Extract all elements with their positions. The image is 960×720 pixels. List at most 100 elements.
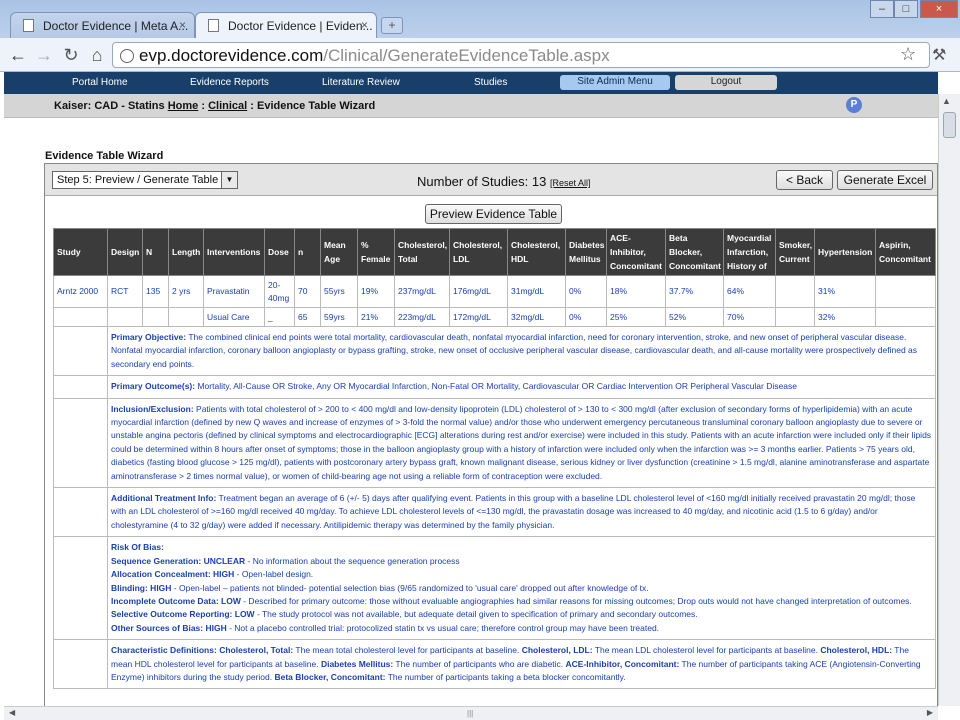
column-header: Cholesterol, Total [394, 228, 450, 276]
risk-item-label: Incomplete Outcome Data: LOW [111, 595, 241, 606]
column-header: Study [53, 228, 108, 276]
vertical-scrollbar[interactable]: ▲ [938, 94, 960, 706]
table-cell: 176mg/dL [449, 275, 508, 308]
globe-icon [120, 49, 134, 63]
primary-objective: Primary Objective: The combined clinical… [107, 325, 936, 377]
char-def-item-label: Beta Blocker, Concomitant: [274, 671, 386, 682]
table-cell [53, 325, 108, 377]
tab-strip: Doctor Evidence | Meta A... × Doctor Evi… [0, 0, 960, 38]
column-header: Smoker, Current [775, 228, 815, 276]
wizard-header: Step 5: Preview / Generate Table ▼ Numbe… [45, 164, 937, 196]
table-cell: 223mg/dL [394, 307, 450, 327]
table-cell: 64% [723, 275, 776, 308]
risk-of-bias: Risk Of Bias: Sequence Generation: UNCLE… [107, 536, 936, 641]
browser-tab-meta-analysis[interactable]: Doctor Evidence | Meta A... × [10, 12, 195, 38]
primary-outcomes-text: Mortality, All-Cause OR Stroke, Any OR M… [197, 381, 797, 392]
back-arrow-icon[interactable]: ← [8, 45, 28, 66]
preview-evidence-table-button[interactable]: Preview Evidence Table [425, 204, 562, 224]
chevron-down-icon: ▼ [221, 172, 237, 188]
char-def-item-label: ACE-Inhibitor, Concomitant: [565, 658, 680, 669]
scroll-left-icon[interactable]: ◀ [9, 708, 15, 717]
browser-toolbar: ← → ↻ ⌂ evp.doctorevidence.com/Clinical/… [0, 38, 960, 72]
risk-item-label: Selective Outcome Reporting: LOW [111, 609, 255, 620]
logout-button[interactable]: Logout [675, 75, 777, 90]
char-def-item-text: The mean LDL cholesterol level for parti… [592, 645, 821, 656]
risk-item-text: - Open-label design. [234, 569, 314, 580]
risk-item-text: - Described for primary outcome: those w… [240, 595, 912, 606]
table-cell [142, 307, 169, 327]
generate-excel-button[interactable]: Generate Excel [837, 170, 933, 190]
url-host: evp.doctorevidence.com [139, 46, 324, 65]
page-title: Evidence Table Wizard [45, 150, 164, 162]
column-header: Length [168, 228, 204, 276]
breadcrumb-home-link[interactable]: Home [168, 100, 199, 112]
nav-portal-home[interactable]: Portal Home [72, 77, 128, 88]
back-button[interactable]: < Back [776, 170, 833, 190]
table-cell [53, 307, 108, 327]
table-cell [168, 307, 204, 327]
scrollbar-thumb[interactable] [943, 112, 956, 138]
risk-item-text: - The study protocol was not available, … [254, 609, 698, 620]
evidence-table: Study Design N Length Interventions Dose… [53, 228, 936, 690]
tab-close-icon[interactable]: × [361, 18, 368, 32]
step-select[interactable]: Step 5: Preview / Generate Table ▼ [52, 171, 238, 189]
table-cell: 172mg/dL [449, 307, 508, 327]
risk-item-label: Allocation Concealment: HIGH [111, 569, 235, 580]
table-cell: _ [264, 307, 295, 327]
char-def-item-label: Cholesterol, LDL: [521, 645, 593, 656]
table-cell: Pravastatin [203, 275, 265, 308]
column-header: Design [107, 228, 143, 276]
risk-item-label: Blinding: HIGH [111, 582, 172, 593]
tab-close-icon[interactable]: × [179, 18, 186, 32]
window-close-button[interactable]: × [920, 0, 958, 18]
reset-all-link[interactable]: [Reset All] [550, 178, 591, 188]
column-header: Cholesterol, LDL [449, 228, 508, 276]
table-cell: 25% [606, 307, 666, 327]
home-icon[interactable]: ⌂ [87, 45, 107, 66]
breadcrumb-bar: Kaiser: CAD - Statins Home : Clinical : … [4, 94, 938, 118]
risk-item-text: - No information about the sequence gene… [245, 555, 460, 566]
breadcrumb-separator: : [250, 100, 254, 112]
site-nav-bar: Portal Home Evidence Reports Literature … [4, 72, 938, 94]
detail-row-characteristic-definitions: Characteristic Definitions: Cholesterol,… [53, 639, 936, 690]
table-cell: 237mg/dL [394, 275, 450, 308]
inclusion-text: Patients with total cholesterol of > 200… [111, 403, 932, 481]
tab-title: Doctor Evidence | Eviden... [228, 19, 373, 33]
nav-studies[interactable]: Studies [474, 77, 507, 88]
scroll-right-icon[interactable]: ▶ [927, 708, 933, 717]
table-cell: 0% [565, 307, 607, 327]
table-cell [875, 275, 936, 308]
bookmark-star-icon[interactable]: ☆ [900, 44, 916, 65]
browser-tab-evidence-table[interactable]: Doctor Evidence | Eviden... × [195, 12, 377, 38]
breadcrumb-clinical-link[interactable]: Clinical [208, 100, 247, 112]
table-cell: RCT [107, 275, 143, 308]
table-cell: 59yrs [320, 307, 358, 327]
reload-icon[interactable]: ↻ [61, 45, 81, 66]
detail-row-treatment: Additional Treatment Info: Treatment beg… [53, 487, 936, 538]
table-cell: 21% [357, 307, 395, 327]
table-cell: 0% [565, 275, 607, 308]
site-admin-menu-button[interactable]: Site Admin Menu [560, 75, 670, 90]
char-def-label: Characteristic Definitions: [111, 645, 217, 656]
maximize-button[interactable]: □ [894, 0, 918, 18]
char-def-item-text: The number of participants who are diabe… [393, 658, 566, 669]
column-header: N [142, 228, 169, 276]
table-cell: 55yrs [320, 275, 358, 308]
nav-literature-review[interactable]: Literature Review [322, 77, 400, 88]
forward-arrow-icon[interactable]: → [34, 45, 54, 66]
scroll-up-icon[interactable]: ▲ [942, 96, 951, 106]
new-tab-button[interactable]: + [381, 17, 403, 34]
address-bar[interactable]: evp.doctorevidence.com/Clinical/Generate… [112, 42, 930, 68]
help-icon[interactable]: P [846, 97, 862, 113]
wrench-icon[interactable]: ⚒ [932, 45, 946, 65]
char-def-item-label: Cholesterol, Total: [219, 645, 294, 656]
evidence-table-container: Study Design N Length Interventions Dose… [53, 228, 936, 690]
nav-evidence-reports[interactable]: Evidence Reports [190, 77, 269, 88]
horizontal-scrollbar[interactable]: ◀ ||| ▶ [4, 706, 938, 720]
scrollbar-grip-icon[interactable]: ||| [467, 709, 473, 718]
treatment-text: Treatment began an average of 6 (+/- 5) … [111, 493, 916, 530]
minimize-button[interactable]: – [870, 0, 894, 18]
table-cell: 19% [357, 275, 395, 308]
column-header: Mean Age [320, 228, 358, 276]
breadcrumb-project: Kaiser: CAD - Statins [54, 100, 165, 112]
